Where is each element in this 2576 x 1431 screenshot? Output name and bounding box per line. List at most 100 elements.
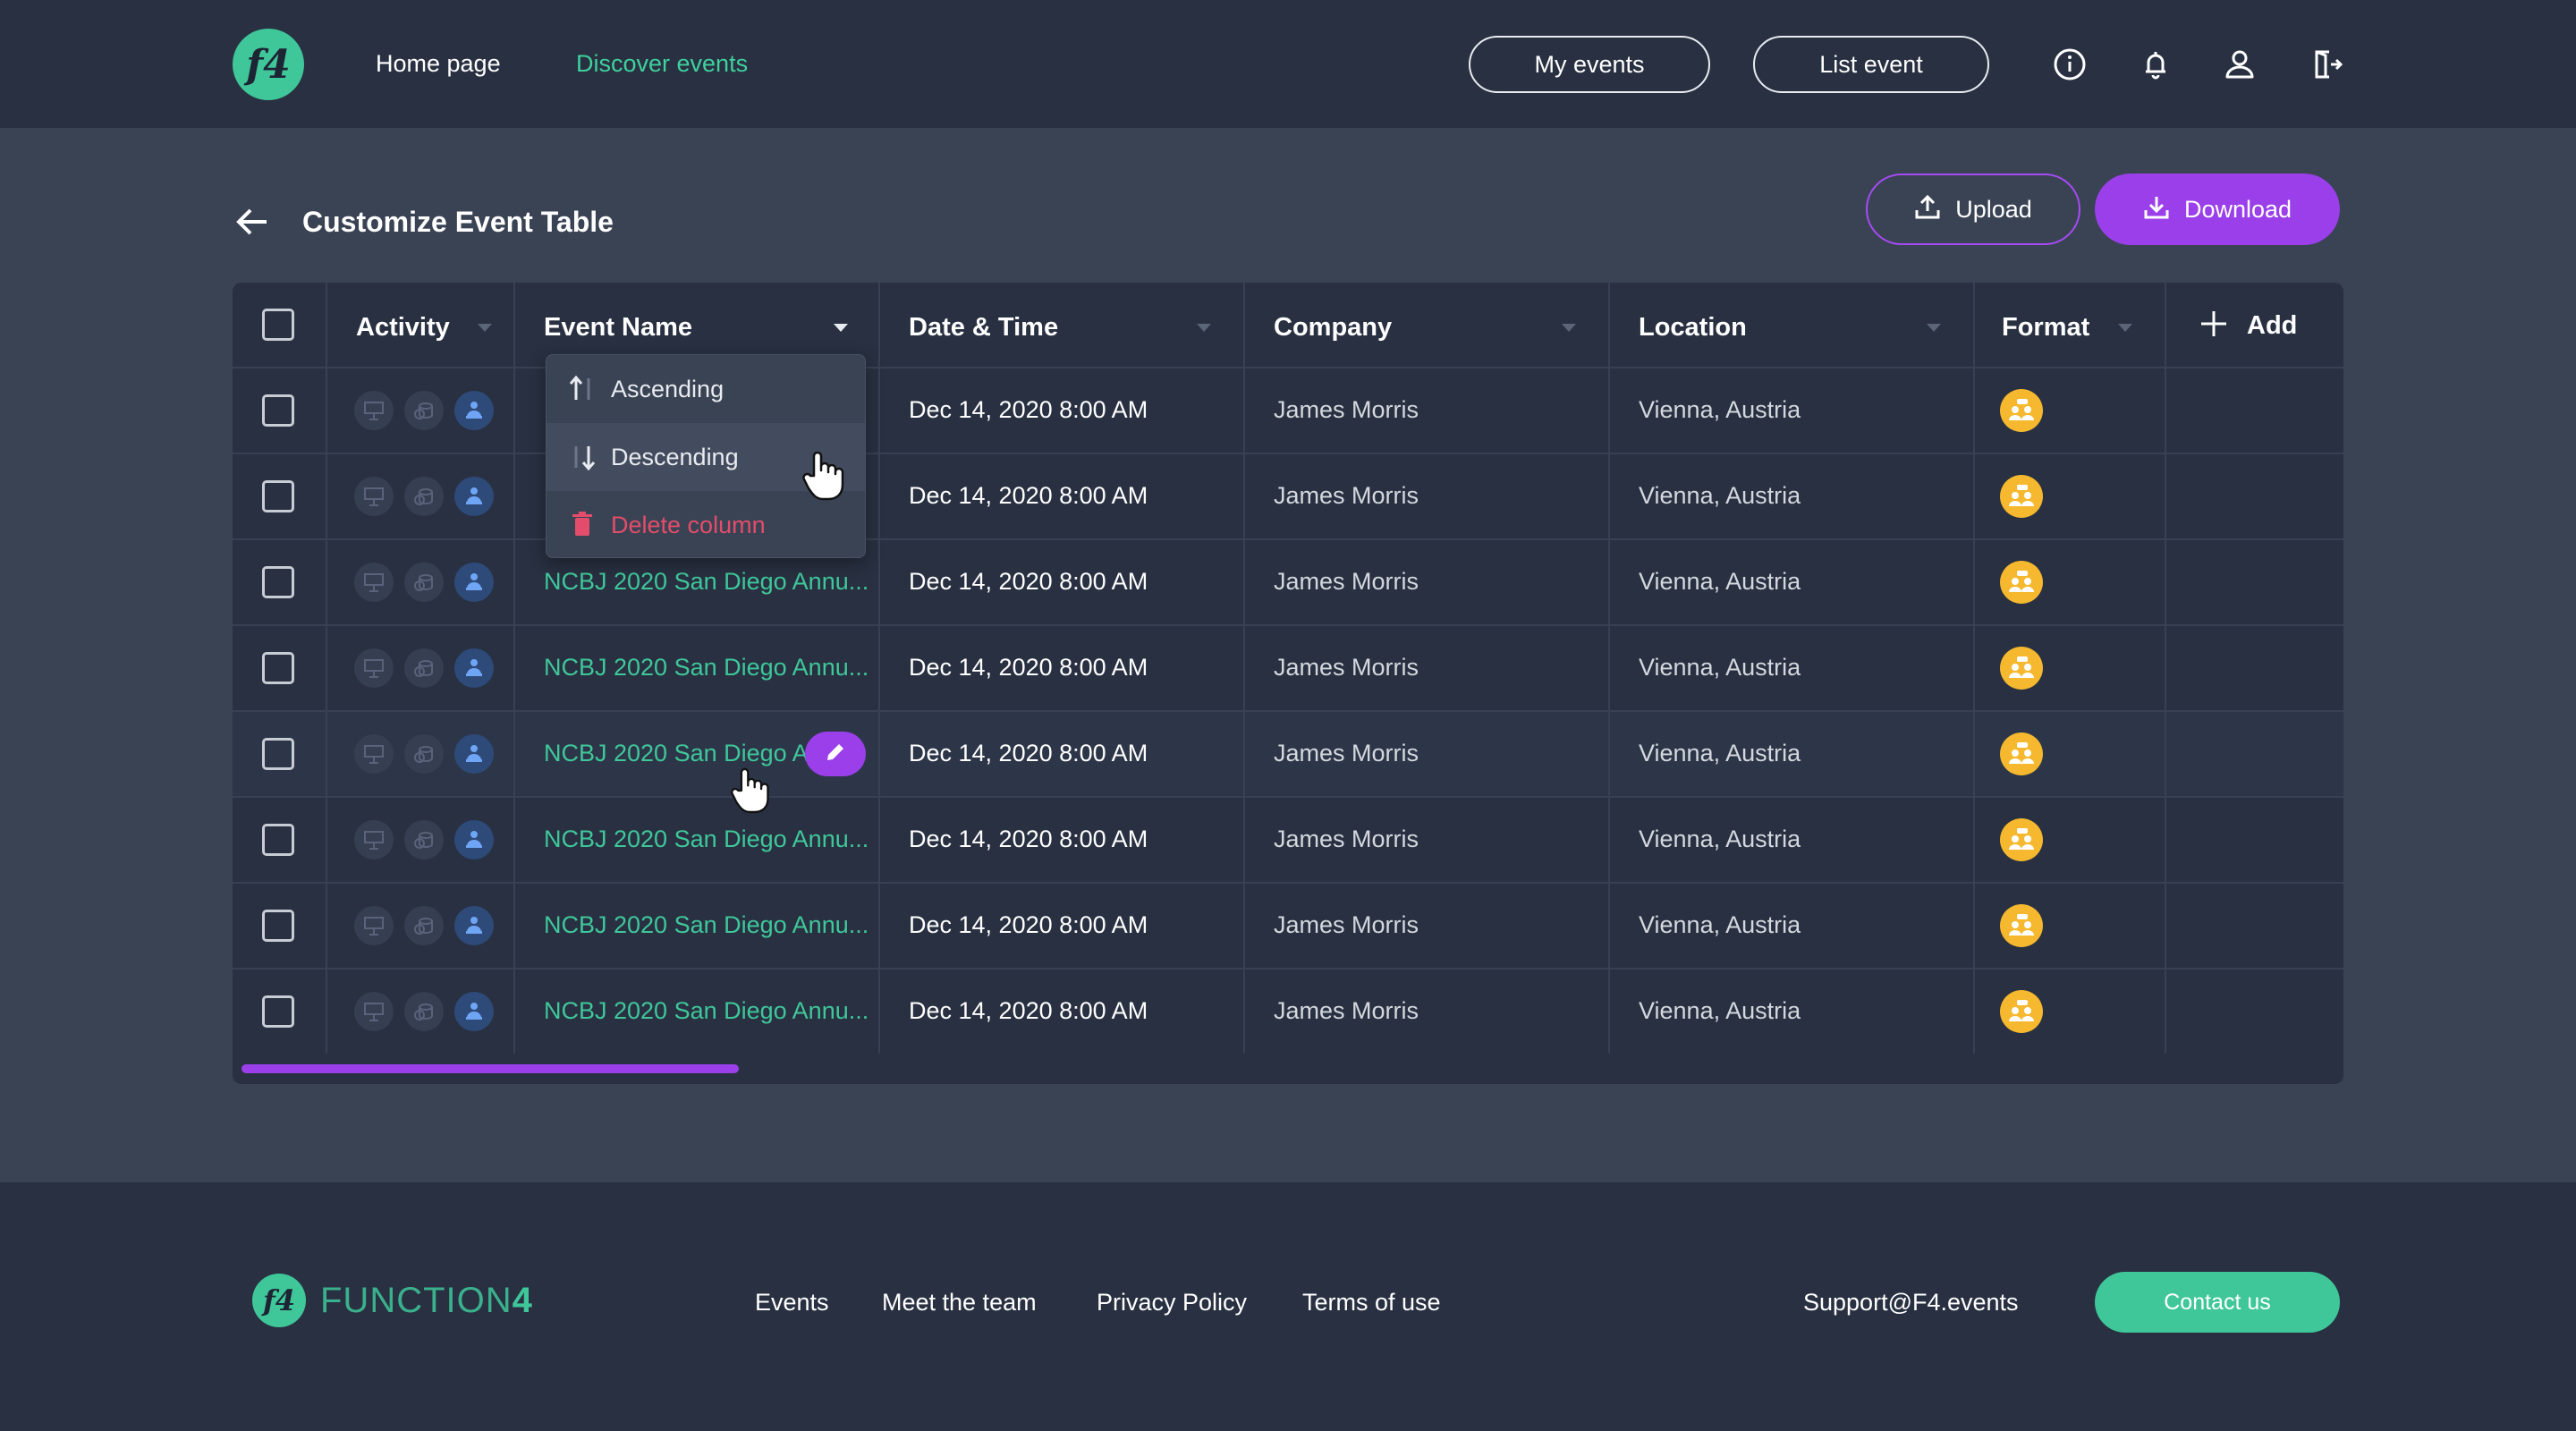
format-group-icon bbox=[2000, 475, 2043, 518]
column-header-format[interactable]: Format bbox=[2002, 313, 2089, 343]
attendee-icon[interactable] bbox=[454, 563, 494, 602]
footer-link-privacy-policy[interactable]: Privacy Policy bbox=[1097, 1289, 1247, 1317]
event-name-link[interactable]: NCBJ 2020 San Diego Annu... bbox=[544, 654, 869, 682]
presentation-icon[interactable] bbox=[354, 906, 394, 945]
event-name-link[interactable]: NCBJ 2020 San Diego Annu... bbox=[544, 911, 869, 939]
row-checkbox[interactable] bbox=[262, 995, 294, 1028]
coins-icon[interactable] bbox=[404, 734, 444, 774]
add-column-button[interactable]: Add bbox=[2199, 308, 2297, 343]
hand-cursor-icon bbox=[801, 449, 848, 505]
footer-f4-logo[interactable]: f4 bbox=[252, 1274, 306, 1327]
coins-icon[interactable] bbox=[404, 992, 444, 1031]
presentation-icon[interactable] bbox=[354, 734, 394, 774]
attendee-icon[interactable] bbox=[454, 992, 494, 1031]
attendee-icon[interactable] bbox=[454, 906, 494, 945]
column-header-company[interactable]: Company bbox=[1274, 313, 1392, 343]
list-event-button[interactable]: List event bbox=[1753, 36, 1989, 93]
event-name-link[interactable]: NCBJ 2020 San Diego Annu... bbox=[544, 826, 869, 853]
presentation-icon[interactable] bbox=[354, 477, 394, 516]
event-location: Vienna, Austria bbox=[1639, 997, 1801, 1024]
event-name-link[interactable]: NCBJ 2020 San Diego Annu... bbox=[544, 568, 869, 596]
sort-ascending-option[interactable]: Ascending bbox=[547, 355, 865, 423]
contact-us-button[interactable]: Contact us bbox=[2095, 1272, 2340, 1333]
event-company: James Morris bbox=[1274, 396, 1419, 423]
coins-icon[interactable] bbox=[404, 391, 444, 430]
select-all-checkbox[interactable] bbox=[262, 309, 294, 341]
event-date: Dec 14, 2020 8:00 AM bbox=[909, 482, 1148, 509]
presentation-icon[interactable] bbox=[354, 563, 394, 602]
coins-icon[interactable] bbox=[404, 648, 444, 688]
event-location: Vienna, Austria bbox=[1639, 740, 1801, 766]
presentation-icon[interactable] bbox=[354, 648, 394, 688]
event-location: Vienna, Austria bbox=[1639, 826, 1801, 852]
event-name-link[interactable]: NCBJ 2020 San Diego An bbox=[544, 740, 822, 767]
format-group-icon bbox=[2000, 389, 2043, 432]
my-events-button[interactable]: My events bbox=[1469, 36, 1710, 93]
event-company: James Morris bbox=[1274, 482, 1419, 509]
row-checkbox[interactable] bbox=[262, 652, 294, 684]
coins-icon[interactable] bbox=[404, 820, 444, 859]
presentation-icon[interactable] bbox=[354, 820, 394, 859]
location-sort-caret-icon[interactable] bbox=[1927, 324, 1941, 332]
user-icon[interactable] bbox=[2218, 43, 2261, 86]
footer-link-events[interactable]: Events bbox=[755, 1289, 829, 1317]
row-checkbox[interactable] bbox=[262, 738, 294, 770]
event-name-sort-caret-icon[interactable] bbox=[834, 324, 848, 332]
event-date: Dec 14, 2020 8:00 AM bbox=[909, 568, 1148, 595]
coins-icon[interactable] bbox=[404, 477, 444, 516]
attendee-icon[interactable] bbox=[454, 648, 494, 688]
row-checkbox[interactable] bbox=[262, 394, 294, 427]
pencil-icon bbox=[824, 741, 847, 768]
footer-brand-name: FUNCTION4 bbox=[320, 1281, 533, 1320]
event-location: Vienna, Austria bbox=[1639, 482, 1801, 509]
presentation-icon[interactable] bbox=[354, 992, 394, 1031]
column-header-location[interactable]: Location bbox=[1639, 313, 1747, 343]
row-checkbox[interactable] bbox=[262, 566, 294, 598]
event-name-link[interactable]: NCBJ 2020 San Diego Annu... bbox=[544, 997, 869, 1025]
add-column-label: Add bbox=[2247, 310, 2298, 340]
footer-link-meet-the-team[interactable]: Meet the team bbox=[882, 1289, 1037, 1317]
format-group-icon bbox=[2000, 990, 2043, 1033]
column-header-event-name[interactable]: Event Name bbox=[544, 313, 692, 343]
download-label: Download bbox=[2183, 195, 2292, 223]
support-email-link[interactable]: Support@F4.events bbox=[1803, 1289, 2019, 1317]
event-company: James Morris bbox=[1274, 826, 1419, 852]
f4-logo[interactable]: f4 bbox=[233, 29, 304, 100]
format-group-icon bbox=[2000, 647, 2043, 690]
event-location: Vienna, Austria bbox=[1639, 568, 1801, 595]
footer-link-terms-of-use[interactable]: Terms of use bbox=[1302, 1289, 1441, 1317]
event-location: Vienna, Austria bbox=[1639, 911, 1801, 938]
date-sort-caret-icon[interactable] bbox=[1197, 324, 1211, 332]
nav-discover-events[interactable]: Discover events bbox=[576, 50, 748, 78]
bell-icon[interactable] bbox=[2134, 43, 2177, 86]
column-header-date-time[interactable]: Date & Time bbox=[909, 313, 1058, 343]
activity-sort-caret-icon[interactable] bbox=[478, 324, 492, 332]
sort-descending-label: Descending bbox=[611, 443, 739, 470]
top-header: f4 Home page Discover events My events L… bbox=[0, 0, 2576, 128]
nav-home-page[interactable]: Home page bbox=[376, 50, 501, 78]
event-company: James Morris bbox=[1274, 654, 1419, 681]
column-header-activity[interactable]: Activity bbox=[356, 313, 450, 343]
row-checkbox[interactable] bbox=[262, 824, 294, 856]
company-sort-caret-icon[interactable] bbox=[1562, 324, 1576, 332]
logout-icon[interactable] bbox=[2304, 43, 2347, 86]
edit-event-name-button[interactable] bbox=[805, 732, 866, 776]
info-icon[interactable] bbox=[2048, 43, 2091, 86]
event-date: Dec 14, 2020 8:00 AM bbox=[909, 654, 1148, 681]
attendee-icon[interactable] bbox=[454, 820, 494, 859]
row-checkbox[interactable] bbox=[262, 910, 294, 942]
row-checkbox[interactable] bbox=[262, 480, 294, 512]
coins-icon[interactable] bbox=[404, 563, 444, 602]
format-sort-caret-icon[interactable] bbox=[2118, 324, 2132, 332]
event-location: Vienna, Austria bbox=[1639, 396, 1801, 423]
upload-button[interactable]: Upload bbox=[1866, 174, 2080, 245]
attendee-icon[interactable] bbox=[454, 734, 494, 774]
horizontal-scrollbar-thumb[interactable] bbox=[242, 1064, 739, 1073]
presentation-icon[interactable] bbox=[354, 391, 394, 430]
back-arrow-icon[interactable] bbox=[234, 204, 270, 240]
download-button[interactable]: Download bbox=[2095, 174, 2340, 245]
attendee-icon[interactable] bbox=[454, 477, 494, 516]
page-title: Customize Event Table bbox=[302, 206, 614, 238]
attendee-icon[interactable] bbox=[454, 391, 494, 430]
coins-icon[interactable] bbox=[404, 906, 444, 945]
